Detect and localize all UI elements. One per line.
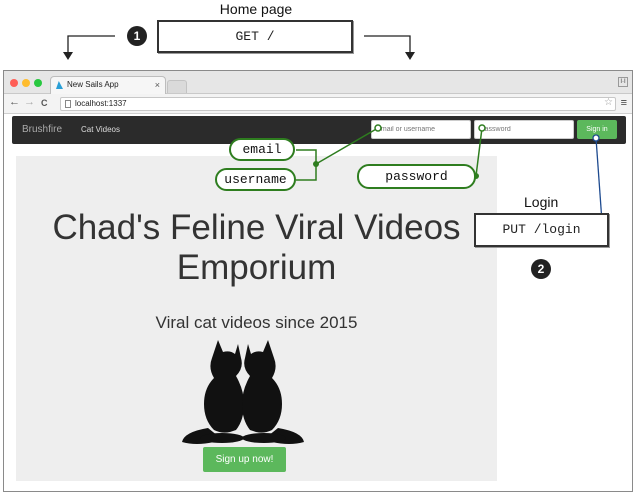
- callout-password: password: [357, 164, 476, 189]
- login-label: Login: [524, 194, 559, 210]
- annotation-lines: [63, 35, 605, 225]
- put-login-text: PUT /login: [502, 222, 581, 237]
- put-login-box: PUT /login: [474, 213, 609, 247]
- callout-username: username: [215, 168, 296, 191]
- step-two-badge: 2: [531, 259, 551, 279]
- callout-email: email: [229, 138, 295, 161]
